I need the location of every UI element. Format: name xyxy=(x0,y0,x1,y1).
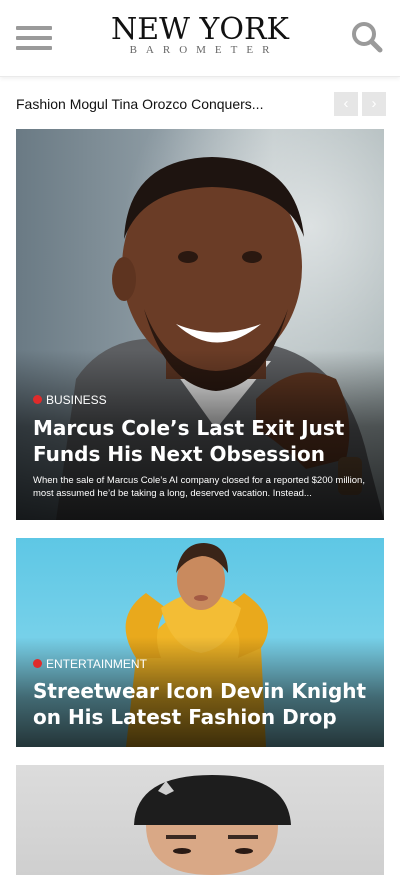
article-card[interactable] xyxy=(16,765,384,875)
category-label[interactable]: ENTERTAINMENT xyxy=(33,657,147,671)
ticker-next-button[interactable]: › xyxy=(362,92,386,116)
article-card[interactable]: BUSINESS Marcus Cole’s Last Exit Just Fu… xyxy=(16,129,384,520)
category-dot-icon xyxy=(33,395,42,404)
site-logo[interactable]: NEW YORK BAROMETER xyxy=(100,12,300,57)
category-dot-icon xyxy=(33,659,42,668)
news-ticker: Fashion Mogul Tina Orozco Conquers... ‹ … xyxy=(16,92,386,118)
article-excerpt: When the sale of Marcus Cole’s AI compan… xyxy=(33,475,365,499)
article-image xyxy=(16,765,384,875)
ticker-prev-button[interactable]: ‹ xyxy=(334,92,358,116)
category-label[interactable]: BUSINESS xyxy=(33,393,107,407)
article-headline[interactable]: Streetwear Icon Devin Knight on His Late… xyxy=(33,678,370,730)
logo-title: NEW YORK xyxy=(111,12,289,47)
site-header: NEW YORK BAROMETER xyxy=(0,0,400,77)
search-icon[interactable] xyxy=(350,20,384,54)
article-headline[interactable]: Marcus Cole’s Last Exit Just Funds His N… xyxy=(33,415,370,467)
article-card[interactable]: ENTERTAINMENT Streetwear Icon Devin Knig… xyxy=(16,538,384,747)
hamburger-menu-icon[interactable] xyxy=(16,24,52,52)
ticker-headline-link[interactable]: Fashion Mogul Tina Orozco Conquers... xyxy=(16,96,316,112)
logo-subtitle: BAROMETER xyxy=(129,44,279,56)
